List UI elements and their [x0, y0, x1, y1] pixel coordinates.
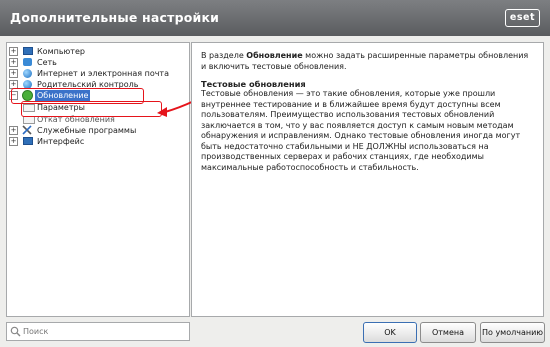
cancel-button[interactable]: Отмена [420, 322, 476, 343]
default-button[interactable]: По умолчанию [480, 322, 545, 343]
tree-item-label: Интерфейс [37, 137, 85, 146]
search-icon [10, 326, 21, 337]
description-panel: В разделе Обновление можно задать расшир… [191, 42, 544, 317]
expand-icon[interactable]: + [9, 47, 18, 56]
highlight-box-settings [21, 101, 162, 117]
expand-icon[interactable]: + [9, 58, 18, 67]
eset-logo: eset [504, 9, 540, 27]
expand-icon[interactable]: + [9, 126, 18, 135]
intro-prefix: В разделе [201, 51, 247, 60]
tree-item-label: Интернет и электронная почта [37, 69, 169, 78]
search-field[interactable] [6, 322, 190, 341]
monitor-icon [23, 47, 33, 55]
globe-icon [23, 69, 32, 78]
network-icon [23, 58, 32, 66]
tree-item-label: Сеть [37, 58, 57, 67]
intro-bold: Обновление [246, 51, 303, 60]
tree-item-label: Компьютер [37, 47, 85, 56]
rollback-page-icon [23, 116, 35, 124]
settings-tree[interactable]: + Компьютер + Сеть + Интернет и электрон… [6, 42, 190, 317]
tools-icon [22, 125, 32, 135]
window-title: Дополнительные настройки [10, 10, 220, 25]
tree-item-label: Служебные программы [37, 126, 137, 135]
annotation-arrow-icon [157, 100, 195, 117]
search-input[interactable] [23, 324, 181, 338]
expand-icon[interactable]: + [9, 137, 18, 146]
expand-icon[interactable]: + [9, 69, 18, 78]
section-body: Тестовые обновления — это такие обновлен… [201, 89, 521, 172]
ok-button[interactable]: OK [363, 322, 417, 343]
interface-icon [23, 137, 33, 145]
title-bar: Дополнительные настройки eset [0, 0, 550, 36]
section-heading: Тестовые обновления [201, 79, 306, 89]
intro-text: В разделе Обновление можно задать расшир… [201, 51, 531, 72]
